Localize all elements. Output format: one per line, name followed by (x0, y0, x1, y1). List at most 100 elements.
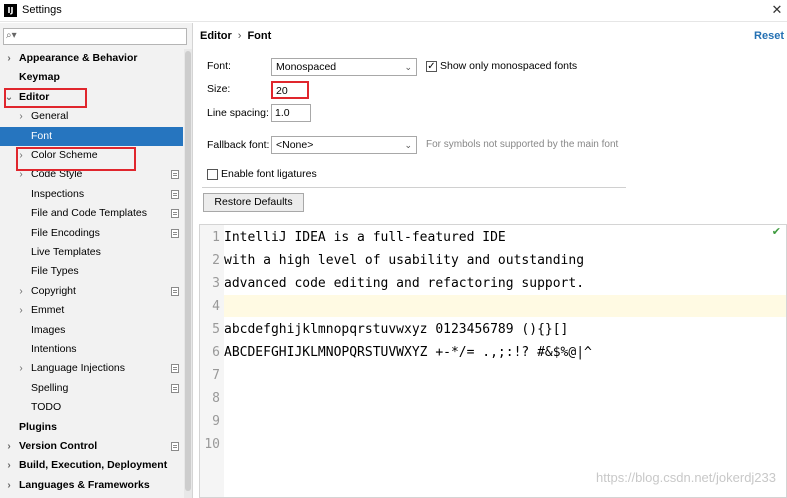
breadcrumb-separator: › (237, 30, 242, 42)
sidebar-item-inspections[interactable]: Inspections (0, 185, 183, 204)
sidebar-item-spelling[interactable]: Spelling (0, 379, 183, 398)
show-monospaced-label: Show only monospaced fonts (440, 60, 578, 72)
chevron-right-icon[interactable]: › (4, 437, 14, 456)
project-scope-icon (171, 383, 179, 393)
sidebar-item-label: Font (31, 129, 53, 142)
line-spacing-input[interactable]: 1.0 (271, 104, 311, 122)
sidebar-item-version-control[interactable]: › Version Control (0, 437, 183, 456)
code-line: IntelliJ IDEA is a full-featured IDE (224, 230, 506, 245)
sidebar-item-languages-frameworks[interactable]: › Languages & Frameworks (0, 476, 183, 495)
project-scope-icon (171, 442, 179, 451)
fallback-font-hint: For symbols not supported by the main fo… (426, 139, 619, 150)
highlight-box-font (16, 147, 136, 171)
sidebar-item-todo[interactable]: TODO (0, 398, 183, 417)
line-spacing-label: Line spacing: (207, 107, 269, 119)
fallback-font-value: <None> (276, 139, 314, 151)
sidebar-item-intentions[interactable]: Intentions (0, 340, 183, 359)
chevron-down-icon: ⌄ (404, 62, 412, 72)
sidebar-item-build-execution-deployment[interactable]: › Build, Execution, Deployment (0, 456, 183, 475)
project-scope-icon (171, 189, 179, 199)
line-number: 6 (212, 345, 220, 360)
line-number: 4 (212, 299, 220, 314)
sidebar-item-label: File and Code Templates (31, 207, 147, 220)
divider (202, 187, 626, 188)
project-scope-icon (171, 170, 179, 180)
restore-defaults-button[interactable]: Restore Defaults (203, 193, 304, 212)
sidebar-scroll-thumb[interactable] (185, 51, 191, 491)
settings-search-input[interactable]: ⌕▾ (3, 28, 187, 45)
sidebar-item-label: Images (31, 323, 66, 336)
sidebar-item-label: Build, Execution, Deployment (19, 459, 168, 472)
line-number: 3 (212, 276, 220, 291)
sidebar-item-file-types[interactable]: File Types (0, 262, 183, 281)
chevron-right-icon[interactable]: › (4, 49, 14, 68)
sidebar-item-label: Live Templates (31, 246, 101, 258)
project-scope-icon (171, 228, 179, 238)
chevron-right-icon[interactable]: › (16, 107, 26, 126)
sidebar-item-label: Version Control (19, 440, 98, 452)
sidebar-item-general[interactable]: › General (0, 107, 183, 126)
font-settings-panel: Editor › Font Reset Font: Monospaced ⌄ ✓ S… (194, 23, 787, 498)
sidebar-item-live-templates[interactable]: Live Templates (0, 243, 183, 262)
fallback-font-select[interactable]: <None> ⌄ (271, 136, 417, 154)
chevron-right-icon[interactable]: › (4, 456, 14, 475)
sidebar-item-images[interactable]: Images (0, 321, 183, 340)
close-button[interactable]: ✕ (769, 2, 785, 18)
line-number: 9 (212, 414, 220, 429)
window-title: Settings (22, 4, 62, 16)
size-label: Size: (207, 83, 231, 95)
sidebar-item-language-injections[interactable]: › Language Injections (0, 359, 183, 378)
fallback-font-label: Fallback font: (207, 139, 270, 151)
sidebar-item-file-encodings[interactable]: File Encodings (0, 224, 183, 243)
breadcrumb-parent: Editor (200, 30, 232, 42)
code-line: with a high level of usability and outst… (224, 253, 585, 268)
line-number: 7 (212, 368, 220, 383)
sidebar-item-emmet[interactable]: › Emmet (0, 301, 183, 320)
sidebar-scrollbar[interactable] (184, 49, 192, 498)
font-label: Font: (207, 60, 231, 72)
code-line: advanced code editing and refactoring su… (224, 276, 585, 291)
watermark-text: https://blog.csdn.net/jokerdj233 (596, 470, 776, 485)
code-line: abcdefghijklmnopqrstuvwxyz 0123456789 ()… (224, 322, 569, 337)
font-select-value: Monospaced (276, 61, 337, 73)
sidebar-item-label: Emmet (31, 304, 65, 317)
chevron-right-icon[interactable]: › (16, 359, 26, 378)
line-number: 10 (204, 437, 220, 452)
code-line: ABCDEFGHIJKLMNOPQRSTUVWXYZ +-*/= .,;:!? … (224, 345, 592, 360)
chevron-right-icon[interactable]: › (16, 301, 26, 320)
sidebar-item-keymap[interactable]: Keymap (0, 68, 183, 87)
enable-ligatures-label: Enable font ligatures (221, 168, 317, 180)
sidebar-item-appearance-behavior[interactable]: › Appearance & Behavior (0, 49, 183, 68)
chevron-right-icon[interactable]: › (4, 476, 14, 495)
search-icon: ⌕▾ (6, 30, 17, 41)
sidebar-item-label: File Encodings (31, 226, 100, 239)
settings-sidebar: ⌕▾ › Appearance & Behavior Keymap ⌄ Editor › G… (0, 23, 193, 498)
show-monospaced-checkbox[interactable]: ✓ (426, 61, 437, 72)
chevron-right-icon[interactable]: › (16, 282, 26, 301)
sidebar-item-file-and-code-templates[interactable]: File and Code Templates (0, 204, 183, 223)
sidebar-item-label: Plugins (19, 420, 57, 433)
sidebar-item-label: Inspections (31, 187, 85, 200)
sidebar-item-label: Language Injections (31, 362, 125, 375)
current-line-highlight (224, 295, 786, 317)
sidebar-item-font[interactable]: Font (0, 126, 183, 146)
sidebar-item-label: Copyright (31, 284, 76, 297)
font-select[interactable]: Monospaced ⌄ (271, 58, 417, 76)
checkmark-icon: ✔ (771, 226, 781, 238)
line-number: 8 (212, 391, 220, 406)
sidebar-item-plugins[interactable]: Plugins (0, 418, 183, 437)
sidebar-item-label: Languages & Frameworks (19, 478, 150, 491)
sidebar-item-label: Keymap (19, 71, 60, 84)
font-preview-editor[interactable]: 1 IntelliJ IDEA is a full-featured IDE 2 wi… (199, 224, 787, 498)
enable-ligatures-checkbox[interactable] (207, 169, 218, 180)
sidebar-item-label: Appearance & Behavior (19, 52, 138, 64)
intellij-logo-icon: IJ (4, 4, 17, 17)
sidebar-item-label: TODO (31, 401, 62, 414)
project-scope-icon (171, 364, 179, 374)
sidebar-item-copyright[interactable]: › Copyright (0, 282, 183, 301)
line-number: 5 (212, 322, 220, 337)
sidebar-item-label: Spelling (31, 381, 69, 394)
reset-link[interactable]: Reset (754, 30, 784, 42)
size-input[interactable]: 20 (271, 81, 309, 99)
line-number: 1 (212, 230, 220, 245)
